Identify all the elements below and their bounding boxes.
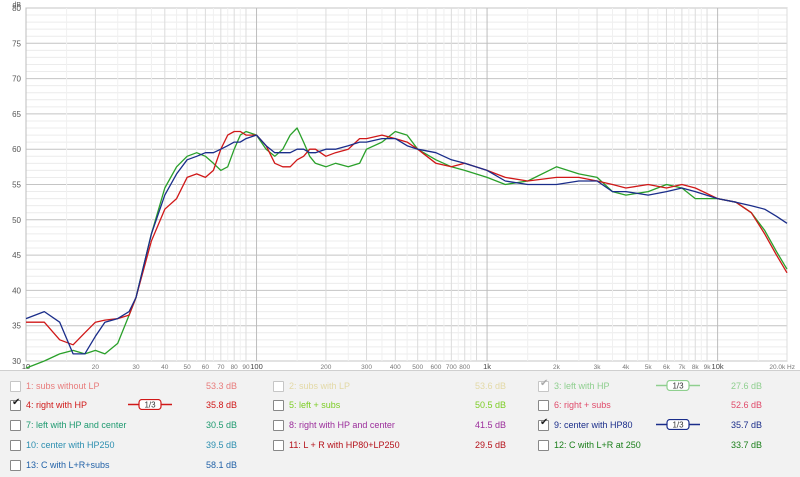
legend-label: 12: C with L+R at 250 <box>554 440 641 450</box>
legend-label: 4: right with HP <box>26 400 88 410</box>
legend-value: 53.6 dB <box>474 381 506 391</box>
legend-checkbox[interactable] <box>273 381 284 392</box>
y-unit-label: dB <box>12 2 21 9</box>
legend-checkbox[interactable] <box>10 420 21 431</box>
legend-label: 2: subs with LP <box>289 381 351 391</box>
legend-label: 11: L + R with HP80+LP250 <box>289 440 400 450</box>
legend-checkbox[interactable] <box>10 440 21 451</box>
smoothing-indicator[interactable]: 1/3 <box>128 399 172 410</box>
legend-checkbox[interactable] <box>273 400 284 411</box>
legend-item-10[interactable]: 10: center with HP250 39.5 dB <box>10 435 237 455</box>
legend-item-1[interactable]: 1: subs without LP 53.3 dB <box>10 376 237 396</box>
legend-value: 29.5 dB <box>474 440 506 450</box>
legend-value: 50.5 dB <box>474 400 506 410</box>
legend-value: 41.5 dB <box>474 420 506 430</box>
legend-value: 58.1 dB <box>205 460 237 470</box>
legend-label: 13: C with L+R+subs <box>26 460 110 470</box>
legend-label: 5: left + subs <box>289 400 341 410</box>
legend-value: 27.6 dB <box>730 381 762 391</box>
x-tick-label: 1k <box>483 362 491 370</box>
legend-item-3[interactable]: ✔ 3: left with HP 1/3 27.6 dB <box>538 376 762 396</box>
legend-label: 8: right with HP and center <box>289 420 395 430</box>
legend-label: 9: center with HP80 <box>554 420 633 430</box>
smoothing-indicator[interactable]: 1/3 <box>656 419 700 430</box>
smoothing-label: 1/3 <box>672 382 684 391</box>
legend-label: 1: subs without LP <box>26 381 100 391</box>
legend-checkbox[interactable]: ✔ <box>10 397 21 411</box>
legend-value: 39.5 dB <box>205 440 237 450</box>
legend-label: 6: right + subs <box>554 400 611 410</box>
smoothing-label: 1/3 <box>144 401 156 410</box>
legend-checkbox[interactable]: ✔ <box>538 417 549 431</box>
y-tick-label: 30 <box>12 357 21 366</box>
x-tick-label: 10 <box>22 362 30 370</box>
legend-item-5[interactable]: 5: left + subs 50.5 dB <box>273 395 506 415</box>
x-tick-label: 100 <box>250 362 263 370</box>
y-tick-label: 50 <box>12 216 21 225</box>
legend-item-2[interactable]: 2: subs with LP 53.6 dB <box>273 376 506 396</box>
y-tick-label: 40 <box>12 286 21 295</box>
y-tick-label: 60 <box>12 145 21 154</box>
legend-item-8[interactable]: 8: right with HP and center 41.5 dB <box>273 415 506 435</box>
legend-item-12[interactable]: 12: C with L+R at 250 33.7 dB <box>538 435 762 455</box>
legend-item-7[interactable]: 7: left with HP and center 30.5 dB <box>10 415 237 435</box>
legend-checkbox[interactable] <box>538 440 549 451</box>
legend-checkbox[interactable] <box>10 460 21 471</box>
y-tick-label: 70 <box>12 75 21 84</box>
y-tick-label: 45 <box>12 251 21 260</box>
y-tick-label: 65 <box>12 110 21 119</box>
legend-checkbox[interactable]: ✔ <box>538 378 549 392</box>
legend-label: 7: left with HP and center <box>26 420 127 430</box>
legend-item-9[interactable]: ✔ 9: center with HP80 1/3 35.7 dB <box>538 415 762 435</box>
y-tick-label: 55 <box>12 181 21 190</box>
measurement-legend: 1: subs without LP 53.3 dB 2: subs with LP… <box>0 370 800 477</box>
legend-item-6[interactable]: 6: right + subs 52.6 dB <box>538 395 762 415</box>
y-tick-label: 35 <box>12 322 21 331</box>
legend-item-4[interactable]: ✔ 4: right with HP 1/3 35.8 dB <box>10 395 237 415</box>
y-tick-label: 75 <box>12 39 21 48</box>
legend-item-13[interactable]: 13: C with L+R+subs 58.1 dB <box>10 455 237 475</box>
check-icon: ✔ <box>540 378 549 389</box>
smoothing-indicator[interactable]: 1/3 <box>656 380 700 391</box>
legend-label: 10: center with HP250 <box>26 440 115 450</box>
legend-value: 35.8 dB <box>205 400 237 410</box>
legend-checkbox[interactable] <box>273 440 284 451</box>
legend-checkbox[interactable] <box>10 381 21 392</box>
legend-checkbox[interactable] <box>273 420 284 431</box>
legend-value: 52.6 dB <box>730 400 762 410</box>
check-icon: ✔ <box>540 417 549 428</box>
frequency-response-chart: 3035404550556065707580dB10 20 30 40 50 60 70 80… <box>12 2 795 370</box>
smoothing-label: 1/3 <box>672 421 684 430</box>
legend-checkbox[interactable] <box>538 400 549 411</box>
x-tick-label: 10k <box>712 362 724 370</box>
legend-label: 3: left with HP <box>554 381 610 391</box>
legend-item-11[interactable]: 11: L + R with HP80+LP250 29.5 dB <box>273 435 506 455</box>
legend-value: 53.3 dB <box>205 381 237 391</box>
check-icon: ✔ <box>12 397 21 408</box>
legend-value: 33.7 dB <box>730 440 762 450</box>
legend-value: 30.5 dB <box>205 420 237 430</box>
legend-value: 35.7 dB <box>730 420 762 430</box>
